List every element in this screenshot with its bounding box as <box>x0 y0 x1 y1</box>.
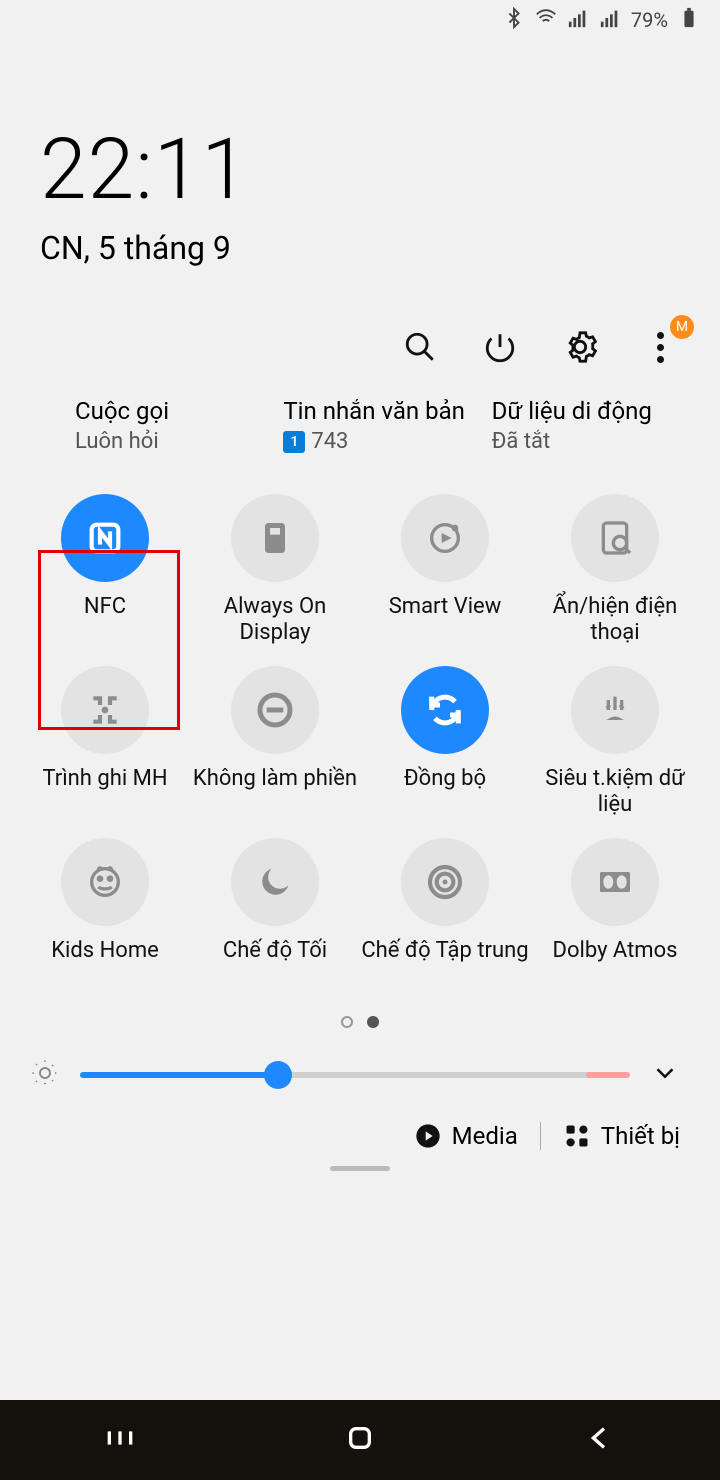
sim-controls: Cuộc gọi Luôn hỏi Tin nhắn văn bản 1 743… <box>0 397 720 454</box>
bluetooth-icon <box>503 7 525 34</box>
clock-time: 22:11 <box>40 120 680 219</box>
home-button[interactable] <box>344 1422 376 1458</box>
brightness-row <box>0 1028 720 1102</box>
panel-bottom-controls: Media Thiết bị <box>0 1102 720 1160</box>
devices-button[interactable]: Thiết bị <box>563 1122 680 1150</box>
media-button[interactable]: Media <box>414 1122 518 1150</box>
power-button[interactable] <box>480 327 520 367</box>
sim-calls[interactable]: Cuộc gọi Luôn hỏi <box>20 397 283 454</box>
toggle-label: Chế độ Tập trung <box>361 938 528 992</box>
datasave-icon <box>571 666 659 754</box>
sim-data[interactable]: Dữ liệu di động Đã tắt <box>492 397 700 454</box>
settings-button[interactable] <box>560 327 600 367</box>
navigation-bar <box>0 1400 720 1480</box>
recents-button[interactable] <box>104 1422 136 1458</box>
media-label: Media <box>452 1122 518 1150</box>
toggle-cast[interactable]: Smart View <box>360 494 530 648</box>
brightness-slider[interactable] <box>80 1060 630 1090</box>
sync-icon <box>401 666 489 754</box>
cast-icon <box>401 494 489 582</box>
dnd-icon <box>231 666 319 754</box>
kids-icon <box>61 838 149 926</box>
sim-calls-sub: Luôn hỏi <box>75 429 263 454</box>
status-bar: 79% <box>0 0 720 40</box>
more-menu-button[interactable]: M <box>640 327 680 367</box>
record-icon <box>61 666 149 754</box>
slider-tail <box>586 1072 630 1078</box>
toggle-visibility[interactable]: Ẩn/hiện điện thoại <box>530 494 700 648</box>
nfc-icon <box>61 494 149 582</box>
sim-sms[interactable]: Tin nhắn văn bản 1 743 <box>283 397 491 454</box>
moon-icon <box>231 838 319 926</box>
toggle-label: Trình ghi MH <box>42 766 167 820</box>
slider-fill <box>80 1072 278 1078</box>
clock-date: CN, 5 tháng 9 <box>40 229 680 267</box>
signal-icon <box>567 7 589 34</box>
pager <box>0 1016 720 1028</box>
sim-sms-title: Tin nhắn văn bản <box>283 397 471 425</box>
toggle-nfc[interactable]: NFC <box>20 494 190 648</box>
toggle-moon[interactable]: Chế độ Tối <box>190 838 360 992</box>
toggle-kids[interactable]: Kids Home <box>20 838 190 992</box>
brightness-icon <box>30 1058 60 1092</box>
sim-calls-title: Cuộc gọi <box>75 397 263 425</box>
brightness-expand-button[interactable] <box>650 1058 680 1092</box>
visibility-icon <box>571 494 659 582</box>
toggle-label: Siêu t.kiệm dữ liệu <box>530 766 700 820</box>
sim-chip-icon: 1 <box>283 431 305 453</box>
sim-sms-sub: 1 743 <box>283 429 471 454</box>
toggle-dnd[interactable]: Không làm phiền <box>190 666 360 820</box>
search-button[interactable] <box>400 327 440 367</box>
battery-icon <box>678 7 700 34</box>
toggle-label: Always On Display <box>190 594 360 648</box>
toggle-aod[interactable]: Always On Display <box>190 494 360 648</box>
sim-sms-number: 743 <box>311 429 348 454</box>
toggle-label: NFC <box>84 594 126 648</box>
quick-settings-grid: NFC Always On Display Smart View Ẩn/hiện đi… <box>0 454 720 1002</box>
sim-data-sub: Đã tắt <box>492 429 680 454</box>
toggle-dolby[interactable]: Dolby Atmos <box>530 838 700 992</box>
toggle-focus[interactable]: Chế độ Tập trung <box>360 838 530 992</box>
toggle-datasave[interactable]: Siêu t.kiệm dữ liệu <box>530 666 700 820</box>
toggle-label: Ẩn/hiện điện thoại <box>530 594 700 648</box>
toggle-label: Kids Home <box>51 938 159 992</box>
aod-icon <box>231 494 319 582</box>
clock-block: 22:11 CN, 5 tháng 9 <box>0 40 720 327</box>
sim-data-title: Dữ liệu di động <box>492 397 680 425</box>
more-icon <box>657 332 664 363</box>
pager-dot-1[interactable] <box>367 1016 379 1028</box>
dolby-icon <box>571 838 659 926</box>
toggle-label: Smart View <box>389 594 502 648</box>
battery-text: 79% <box>631 8 668 32</box>
toggle-label: Không làm phiền <box>193 766 357 820</box>
back-button[interactable] <box>584 1422 616 1458</box>
panel-handle[interactable] <box>330 1166 390 1171</box>
toggle-sync[interactable]: Đồng bộ <box>360 666 530 820</box>
toggle-label: Chế độ Tối <box>223 938 327 992</box>
wifi-icon <box>535 7 557 34</box>
toggle-label: Dolby Atmos <box>553 938 678 992</box>
separator <box>540 1122 541 1150</box>
panel-actions: M <box>0 327 720 397</box>
toggle-record[interactable]: Trình ghi MH <box>20 666 190 820</box>
devices-label: Thiết bị <box>601 1122 680 1150</box>
slider-thumb[interactable] <box>264 1061 292 1089</box>
toggle-label: Đồng bộ <box>404 766 486 820</box>
focus-icon <box>401 838 489 926</box>
pager-dot-0[interactable] <box>341 1016 353 1028</box>
menu-badge: M <box>670 315 694 339</box>
signal2-icon <box>599 7 621 34</box>
